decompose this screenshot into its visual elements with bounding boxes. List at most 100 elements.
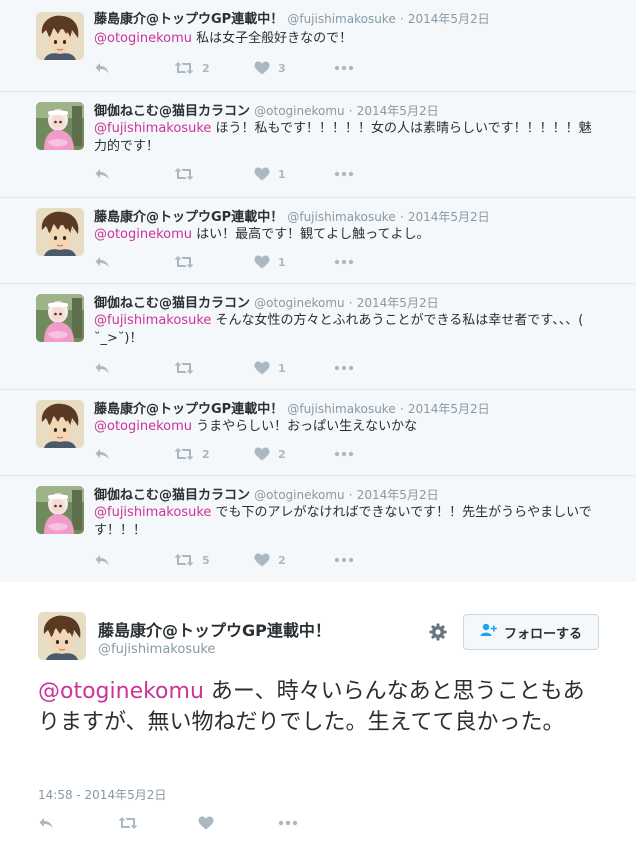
gear-button[interactable]	[428, 622, 448, 646]
retweet-button[interactable]	[174, 255, 254, 269]
display-name[interactable]: 御伽ねこむ@猫目カラコン	[94, 488, 250, 503]
tweet-text: @otoginekomu うまやらしい！おっぱい生えないかな	[94, 418, 596, 436]
reply-button[interactable]	[94, 167, 174, 181]
retweet-button[interactable]: 2	[174, 61, 254, 75]
tweet-date[interactable]: 2014年5月2日	[357, 488, 439, 502]
follow-button[interactable]: フォローする	[463, 614, 599, 650]
username[interactable]: @otoginekomu	[254, 296, 345, 310]
username[interactable]: @fujishimakosuke	[98, 642, 215, 657]
reply-icon	[94, 447, 110, 461]
more-icon	[278, 820, 298, 826]
reply-button[interactable]	[94, 255, 174, 269]
like-button[interactable]: 2	[254, 553, 334, 567]
avatar[interactable]	[36, 12, 84, 60]
like-button[interactable]: 3	[254, 61, 334, 75]
tweet-date[interactable]: 2014年5月2日	[357, 296, 439, 310]
mention-link[interactable]: @fujishimakosuke	[94, 313, 211, 328]
like-button[interactable]: 1	[254, 255, 334, 269]
heart-icon	[254, 361, 270, 375]
tweet-text: @otoginekomu あー、時々いらんなあと思うこともありますが、無い物ねだ…	[38, 676, 598, 738]
mention-link[interactable]: @otoginekomu	[94, 419, 192, 434]
mention-link[interactable]: @otoginekomu	[94, 227, 192, 242]
tweet[interactable]: 藤島康介@トップウGP連載中！ @fujishimakosuke · 2014年…	[0, 390, 636, 476]
display-name[interactable]: 藤島康介@トップウGP連載中！	[94, 12, 283, 27]
retweet-button[interactable]	[174, 167, 254, 181]
username[interactable]: @fujishimakosuke	[287, 12, 395, 26]
tweet-actions: 5 2	[94, 550, 414, 570]
reply-button[interactable]	[94, 553, 174, 567]
more-button[interactable]	[334, 259, 414, 265]
mention-link[interactable]: @fujishimakosuke	[94, 121, 211, 136]
tweet-body: 私は女子全般好きなので！	[192, 31, 353, 46]
retweet-count: 5	[202, 553, 210, 567]
tweet-date[interactable]: 2014年5月2日	[408, 210, 490, 224]
reply-button[interactable]	[94, 447, 174, 461]
display-name[interactable]: 藤島康介@トップウGP連載中！	[94, 210, 283, 225]
like-button[interactable]	[198, 816, 278, 830]
heart-icon	[254, 447, 270, 461]
tweet-actions: 2 3	[94, 58, 414, 78]
tweet[interactable]: 藤島康介@トップウGP連載中！ @fujishimakosuke · 2014年…	[0, 198, 636, 284]
tweet-timestamp[interactable]: 14:58 - 2014年5月2日	[38, 786, 166, 803]
more-button[interactable]	[334, 451, 414, 457]
mention-link[interactable]: @otoginekomu	[38, 679, 204, 704]
tweet-date[interactable]: 2014年5月2日	[408, 12, 490, 26]
more-button[interactable]	[278, 820, 358, 826]
like-count: 2	[278, 447, 286, 461]
username[interactable]: @otoginekomu	[254, 104, 345, 118]
mention-link[interactable]: @otoginekomu	[94, 31, 192, 46]
tweet-text: @fujishimakosuke でも下のアレがなければできないです！！先生がう…	[94, 504, 596, 540]
tweet-header: 藤島康介@トップウGP連載中！ @fujishimakosuke · 2014年…	[94, 10, 626, 29]
username[interactable]: @fujishimakosuke	[287, 210, 395, 224]
tweet-header: 御伽ねこむ@猫目カラコン @otoginekomu · 2014年5月2日	[94, 294, 626, 313]
like-count: 1	[278, 361, 286, 375]
tweet-date[interactable]: 2014年5月2日	[408, 402, 490, 416]
reply-button[interactable]	[94, 361, 174, 375]
more-button[interactable]	[334, 65, 414, 71]
follow-label: フォローする	[503, 626, 582, 642]
separator-dot: ·	[399, 12, 404, 26]
more-icon	[334, 557, 354, 563]
like-button[interactable]: 2	[254, 447, 334, 461]
avatar[interactable]	[38, 612, 86, 660]
tweet[interactable]: 藤島康介@トップウGP連載中！ @fujishimakosuke · 2014年…	[0, 0, 636, 92]
retweet-button[interactable]: 2	[174, 447, 254, 461]
retweet-count: 2	[202, 447, 210, 461]
tweet[interactable]: 御伽ねこむ@猫目カラコン @otoginekomu · 2014年5月2日 @f…	[0, 92, 636, 198]
separator-dot: ·	[399, 210, 404, 224]
retweet-button[interactable]: 5	[174, 553, 254, 567]
like-button[interactable]: 1	[254, 167, 334, 181]
avatar[interactable]	[36, 294, 84, 342]
more-button[interactable]	[334, 171, 414, 177]
like-count: 1	[278, 167, 286, 181]
username[interactable]: @otoginekomu	[254, 488, 345, 502]
tweet[interactable]: 御伽ねこむ@猫目カラコン @otoginekomu · 2014年5月2日 @f…	[0, 476, 636, 582]
avatar[interactable]	[36, 486, 84, 534]
like-button[interactable]: 1	[254, 361, 334, 375]
retweet-icon	[118, 816, 138, 830]
retweet-button[interactable]	[174, 361, 254, 375]
tweet[interactable]: 御伽ねこむ@猫目カラコン @otoginekomu · 2014年5月2日 @f…	[0, 284, 636, 390]
avatar[interactable]	[36, 400, 84, 448]
more-button[interactable]	[334, 557, 414, 563]
display-name[interactable]: 御伽ねこむ@猫目カラコン	[94, 104, 250, 119]
tweet-actions: 1	[94, 358, 414, 378]
separator-dot: ·	[348, 104, 353, 118]
retweet-button[interactable]	[118, 816, 198, 830]
more-icon	[334, 365, 354, 371]
display-name[interactable]: 藤島康介@トップウGP連載中！	[98, 617, 331, 641]
avatar[interactable]	[36, 208, 84, 256]
tweet-date[interactable]: 2014年5月2日	[357, 104, 439, 118]
more-button[interactable]	[334, 365, 414, 371]
reply-button[interactable]	[38, 816, 118, 830]
like-count: 1	[278, 255, 286, 269]
username[interactable]: @fujishimakosuke	[287, 402, 395, 416]
reply-button[interactable]	[94, 61, 174, 75]
reply-icon	[94, 61, 110, 75]
more-icon	[334, 171, 354, 177]
display-name[interactable]: 御伽ねこむ@猫目カラコン	[94, 296, 250, 311]
display-name[interactable]: 藤島康介@トップウGP連載中！	[94, 402, 283, 417]
avatar[interactable]	[36, 102, 84, 150]
retweet-icon	[174, 255, 194, 269]
mention-link[interactable]: @fujishimakosuke	[94, 505, 211, 520]
